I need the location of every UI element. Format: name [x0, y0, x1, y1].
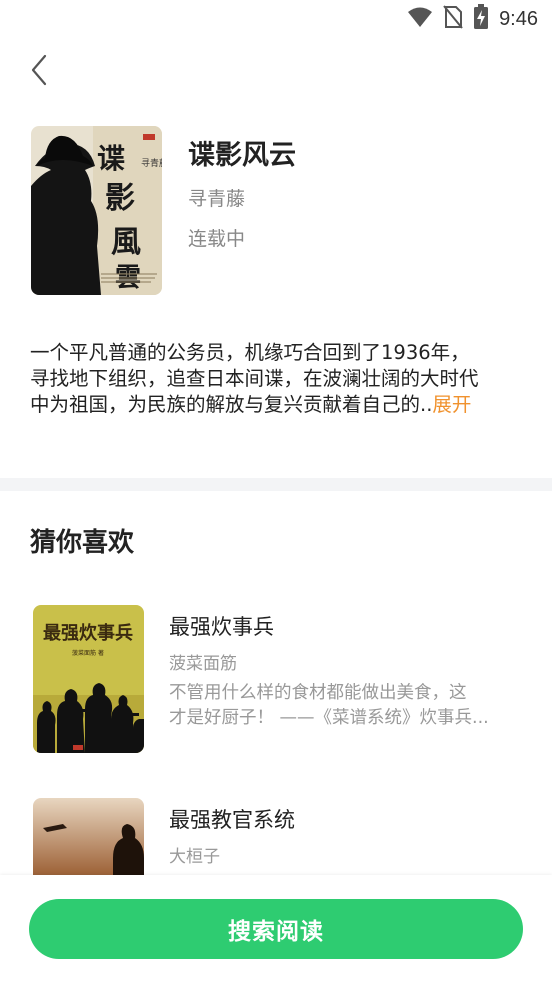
status-time: 9:46 — [499, 7, 538, 30]
back-button[interactable] — [22, 50, 56, 90]
battery-charging-icon — [473, 4, 489, 34]
rec-title: 最强炊事兵 — [169, 615, 274, 639]
description-line: 中为祖国，为民族的解放与复兴贡献着自己的..展开 — [30, 392, 530, 418]
book-title: 谍影风云 — [188, 140, 296, 171]
rec-cover-title: 最强炊事兵 — [43, 622, 133, 644]
list-item[interactable]: 最强炊事兵 菠菜面筋 著 最强炊事兵 菠菜面筋 不管用什么样的食材都能做出美食，… — [0, 605, 552, 765]
book-description: 一个平凡普通的公务员，机缘巧合回到了1936年， 寻找地下组织，追查日本间谍，在… — [30, 340, 530, 418]
rec-author: 大桓子 — [169, 847, 220, 867]
book-author[interactable]: 寻青藤 — [188, 184, 245, 211]
expand-link[interactable]: 展开 — [432, 393, 471, 416]
description-line: 一个平凡普通的公务员，机缘巧合回到了1936年， — [30, 341, 470, 364]
rec-description-line: 不管用什么样的食材都能做出美食，这 — [169, 683, 467, 703]
search-read-button[interactable]: 搜索阅读 — [29, 899, 523, 959]
rec-description-line: 才是好厨子！ ——《菜谱系统》炊事兵... — [169, 708, 489, 728]
recommend-section-title: 猜你喜欢 — [30, 528, 135, 558]
description-line: 寻找地下组织，追查日本间谍，在波澜壮阔的大时代 — [30, 367, 479, 390]
rec-author: 菠菜面筋 — [169, 654, 237, 674]
book-status: 连载中 — [188, 228, 246, 250]
book-cover: 谍 影 風 雲 寻青藤 — [31, 126, 162, 295]
status-bar: 9:46 — [0, 0, 552, 40]
cover-author-text: 寻青藤 — [141, 157, 162, 169]
rec-cover-author: 菠菜面筋 著 — [72, 649, 104, 657]
cover-title-char-3: 風 — [111, 225, 141, 260]
bottom-bar: 搜索阅读 — [0, 875, 552, 983]
wifi-icon — [407, 6, 433, 32]
rec-description: 不管用什么样的食材都能做出美食，这 才是好厨子！ ——《菜谱系统》炊事兵... — [169, 681, 524, 731]
chevron-left-icon — [31, 54, 47, 86]
cover-title-char-1: 谍 — [97, 142, 125, 175]
cover-title-char-2: 影 — [105, 181, 135, 216]
rec-cover: 最强炊事兵 菠菜面筋 著 — [33, 605, 144, 753]
no-sim-icon — [443, 5, 463, 33]
section-divider — [0, 478, 552, 491]
description-line-text: 中为祖国，为民族的解放与复兴贡献着自己的.. — [30, 393, 433, 416]
rec-title: 最强教官系统 — [169, 808, 295, 832]
status-icons: 9:46 — [407, 4, 538, 34]
